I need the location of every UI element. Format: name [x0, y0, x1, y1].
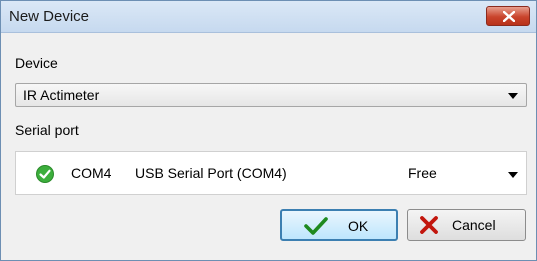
serial-port-select[interactable]: COM4 USB Serial Port (COM4) Free [15, 151, 527, 195]
dropdown-arrow-icon [508, 93, 518, 99]
port-description: USB Serial Port (COM4) [135, 165, 287, 181]
title-bar[interactable]: New Device [1, 1, 536, 33]
cancel-button[interactable]: Cancel [407, 209, 526, 241]
dialog-title: New Device [9, 8, 90, 25]
ok-label: OK [348, 218, 369, 234]
new-device-dialog: New Device Device IR Actimeter Serial po… [0, 0, 537, 261]
serial-port-label: Serial port [15, 122, 79, 138]
checkmark-icon [304, 217, 328, 235]
port-name: COM4 [71, 165, 112, 181]
ok-button[interactable]: OK [280, 209, 398, 241]
check-circle-icon [36, 165, 54, 183]
device-select-value: IR Actimeter [23, 87, 100, 103]
dropdown-arrow-icon [508, 172, 518, 178]
cancel-label: Cancel [452, 217, 496, 233]
x-icon [420, 216, 438, 234]
close-icon [503, 11, 515, 22]
device-select[interactable]: IR Actimeter [15, 83, 527, 107]
device-label: Device [15, 55, 58, 71]
port-status: Free [408, 165, 437, 181]
close-button[interactable] [486, 6, 530, 26]
